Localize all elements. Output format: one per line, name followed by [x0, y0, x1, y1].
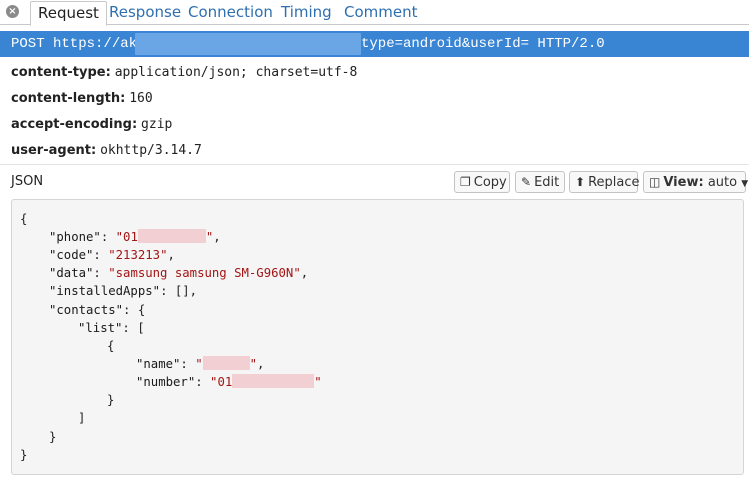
- caret-down-icon: ▼: [741, 179, 749, 189]
- header-key: accept-encoding: [11, 117, 132, 132]
- header-key: content-type: [11, 65, 106, 80]
- view-mode-dropdown[interactable]: ◫ View: auto ▼: [643, 171, 749, 193]
- copy-button[interactable]: ❐ Copy: [454, 171, 510, 193]
- body-format-label: JSON: [11, 174, 44, 189]
- header-key: content-length: [11, 91, 121, 106]
- json-line-phone: "phone": "01 ",: [49, 229, 221, 244]
- tab-connection[interactable]: Connection: [181, 1, 280, 23]
- view-mode-value: auto: [707, 175, 738, 190]
- json-line-list: "list": [: [78, 321, 145, 335]
- request-line-prefix: POST https://ak.: [11, 36, 146, 52]
- header-row: user-agent: okhttp/3.14.7: [11, 143, 202, 158]
- json-line-code: "code": "213213",: [49, 248, 175, 262]
- tab-timing[interactable]: Timing: [274, 1, 339, 23]
- json-line-installed-apps: "installedApps": [],: [49, 284, 198, 298]
- replace-button[interactable]: ⬆ Replace: [569, 171, 640, 193]
- header-key: user-agent: [11, 143, 91, 158]
- view-icon: ◫: [649, 175, 661, 189]
- header-row: content-type: application/json; charset=…: [11, 65, 358, 80]
- upload-icon: ⬆: [575, 175, 586, 189]
- header-value: gzip: [141, 117, 173, 132]
- json-body-viewer[interactable]: { "phone": "01 ", "code": "213213", "data…: [11, 199, 744, 475]
- redacted-value: [202, 356, 250, 370]
- json-line-data: "data": "samsung samsung SM-G960N",: [49, 266, 309, 280]
- edit-button[interactable]: ✎ Edit: [515, 171, 565, 193]
- header-value: okhttp/3.14.7: [100, 143, 202, 158]
- tab-comment[interactable]: Comment: [337, 1, 425, 23]
- json-line-name: "name": " ",: [136, 356, 265, 371]
- header-value: 160: [129, 91, 153, 106]
- request-line: POST https://ak. type=android&userId= HT…: [0, 31, 749, 57]
- header-row: content-length: 160: [11, 91, 153, 106]
- close-icon[interactable]: ×: [6, 5, 19, 18]
- request-line-suffix: type=android&userId= HTTP/2.0: [361, 36, 605, 52]
- edit-icon: ✎: [521, 175, 532, 189]
- copy-icon: ❐: [460, 175, 471, 189]
- tab-response[interactable]: Response: [102, 1, 188, 23]
- json-line-number: "number": "01 ": [136, 374, 322, 389]
- redacted-value: [137, 229, 206, 243]
- header-value: application/json; charset=utf-8: [114, 65, 358, 80]
- header-row: accept-encoding: gzip: [11, 117, 173, 132]
- tab-request[interactable]: Request: [30, 1, 107, 26]
- redacted-url: [135, 33, 361, 55]
- divider: [0, 164, 749, 165]
- redacted-value: [232, 374, 315, 388]
- json-line-contacts: "contacts": {: [49, 303, 146, 317]
- tab-bar: × Request Response Connection Timing Com…: [0, 0, 749, 26]
